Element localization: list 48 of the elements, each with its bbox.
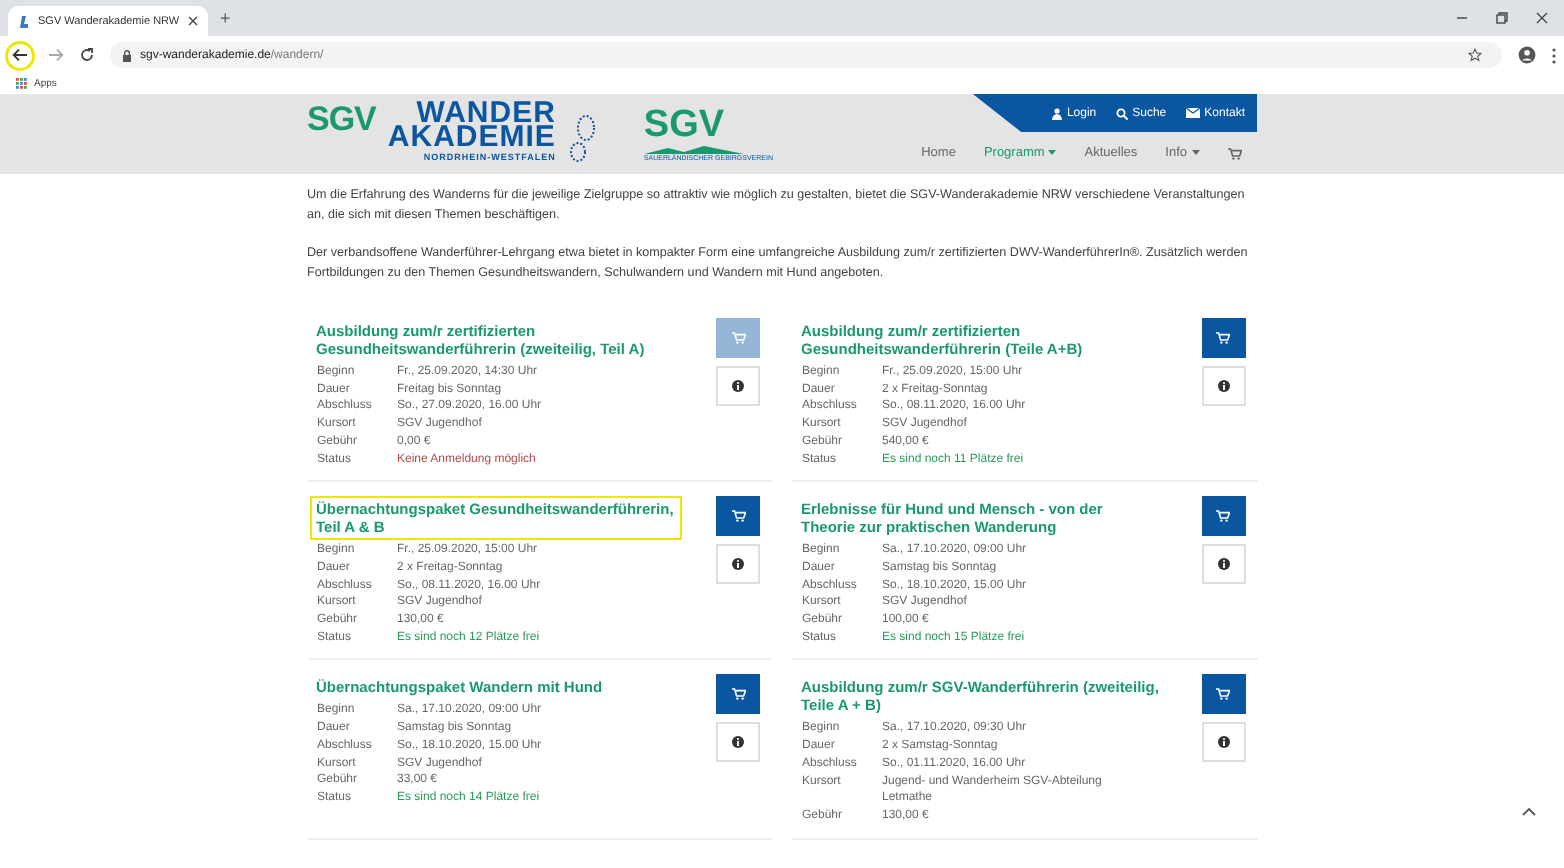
cart-icon [1216,688,1230,701]
add-to-cart-button[interactable] [1201,674,1245,715]
envelope-icon [1186,108,1201,118]
lock-icon [122,49,132,61]
logo-text: SGV [307,102,376,136]
add-to-cart-button[interactable] [716,674,760,715]
partner-logo-text: SGV [643,106,725,146]
back-arrow-icon [12,48,28,62]
mountain-icon [643,146,744,154]
reload-icon[interactable] [80,48,94,62]
caret-icon [1048,150,1057,156]
new-tab-button[interactable]: + [220,8,231,28]
close-icon[interactable] [1536,12,1548,24]
add-to-cart-button[interactable] [1201,318,1245,358]
info-icon [1217,380,1229,392]
logo-text: WANDER [416,102,556,126]
cart-icon[interactable] [1227,147,1241,159]
caret-icon [1191,150,1199,156]
info-icon [1217,558,1229,571]
info-button[interactable] [1201,544,1245,585]
add-to-cart-button[interactable] [716,496,760,537]
cart-icon [1216,510,1230,523]
info-icon [732,558,744,571]
minimize-icon[interactable] [1456,12,1468,24]
close-icon[interactable] [188,16,198,26]
info-icon [732,380,744,392]
account-icon[interactable] [1518,46,1536,64]
info-button[interactable] [1201,722,1245,763]
info-button[interactable] [716,366,760,406]
search-icon [1116,107,1129,119]
back-button[interactable] [8,43,32,67]
add-to-cart-button[interactable] [1201,496,1245,537]
cart-icon [731,332,745,344]
cart-icon [1216,332,1230,344]
star-icon[interactable] [1468,48,1482,62]
apps-grid-icon[interactable] [16,78,28,90]
info-icon [732,736,744,749]
info-button[interactable] [716,722,760,763]
info-icon [1217,736,1229,749]
logo-text: AKADEMIE [387,126,556,150]
footprint-icon [567,114,596,162]
user-icon [1052,107,1063,119]
cart-icon [731,510,745,523]
info-button[interactable] [716,544,760,585]
scroll-up-icon[interactable] [1522,806,1536,816]
cart-icon [731,688,745,701]
restore-icon[interactable] [1496,12,1508,24]
info-button[interactable] [1201,366,1245,406]
